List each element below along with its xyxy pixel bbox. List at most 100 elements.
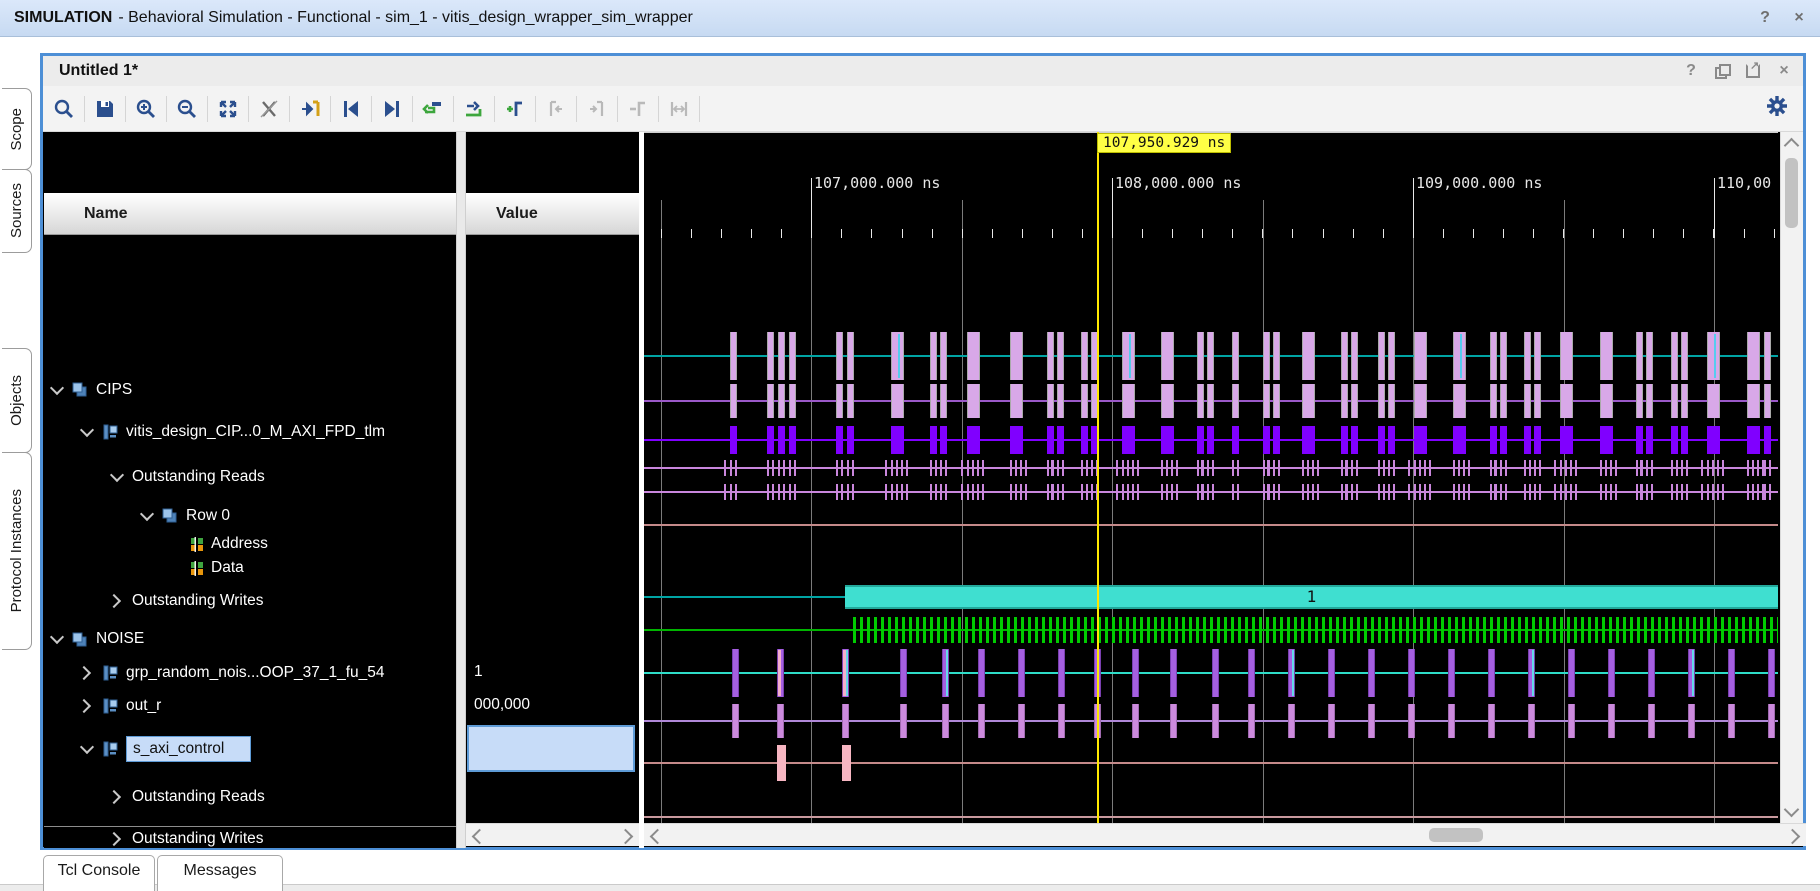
sidebar-tab-objects[interactable]: Objects (2, 348, 32, 453)
wave-bar (842, 649, 849, 697)
value-horizontal-scrollbar[interactable] (466, 823, 639, 846)
expand-icon[interactable] (107, 831, 121, 845)
wave-bar (900, 704, 907, 738)
hatch-tick (945, 484, 947, 500)
signal-name-label[interactable]: Outstanding Writes (132, 592, 264, 610)
hatch-tick (836, 460, 838, 476)
name-column-header[interactable]: Name (44, 193, 456, 235)
tree-row-noise[interactable]: NOISE (44, 622, 456, 656)
scroll-left-icon[interactable] (472, 829, 488, 845)
signal-name-label[interactable]: Address (211, 535, 268, 553)
collapse-icon[interactable] (80, 422, 94, 436)
tree-row-outstanding-reads[interactable]: Outstanding Reads (44, 775, 456, 818)
signal-name-label[interactable]: NOISE (96, 630, 144, 648)
hscroll-thumb[interactable] (1429, 828, 1483, 842)
no-expander (172, 540, 182, 548)
sidebar-tab-protocol-instances[interactable]: Protocol Instances (2, 452, 32, 650)
vscroll-thumb[interactable] (1785, 158, 1798, 228)
tree-row-outstanding-writes[interactable]: Outstanding Writes (44, 580, 456, 622)
scroll-right-icon[interactable] (618, 829, 634, 845)
zoom-fit-icon[interactable] (213, 94, 243, 124)
scroll-down-icon[interactable] (1784, 802, 1800, 818)
hatch-tick (724, 484, 726, 500)
zoom-out-icon[interactable] (172, 94, 202, 124)
unsnap-icon[interactable] (254, 94, 284, 124)
name-value-splitter[interactable] (456, 132, 466, 848)
selected-value-cell[interactable] (467, 725, 635, 772)
add-edge-icon[interactable] (500, 94, 530, 124)
waveform-vertical-scrollbar[interactable] (1780, 132, 1803, 823)
tree-row-outstanding-reads[interactable]: Outstanding Reads (44, 454, 456, 499)
cursor-time-flag[interactable]: 107,950.929 ns (1097, 133, 1231, 153)
go-to-last-transition-icon[interactable] (295, 94, 325, 124)
wave-cursor[interactable] (1097, 132, 1099, 823)
window-maximize-icon[interactable]: ↗ (1744, 62, 1762, 80)
signal-name-label[interactable]: s_axi_control (126, 736, 251, 762)
bottom-tab-messages[interactable]: Messages (157, 855, 283, 891)
collapse-icon[interactable] (50, 630, 64, 644)
help-icon[interactable]: ? (1756, 9, 1774, 27)
scroll-left-icon[interactable] (650, 829, 666, 845)
hatch-tick (1252, 617, 1255, 643)
tree-row-row-0[interactable]: Row 0 (44, 499, 456, 532)
window-help-icon[interactable]: ? (1682, 62, 1700, 80)
tree-row-address[interactable]: Address (44, 532, 456, 556)
tree-row-cips[interactable]: CIPS (44, 370, 456, 409)
scroll-up-icon[interactable] (1784, 138, 1800, 154)
sidebar-tab-sources[interactable]: Sources (2, 169, 32, 253)
bottom-tab-tcl-console[interactable]: Tcl Console (43, 855, 155, 891)
hatch-tick (977, 484, 979, 500)
hatch-tick (860, 617, 863, 643)
signal-name-label[interactable]: out_r (126, 697, 161, 715)
value-column-header[interactable]: Value (466, 193, 639, 235)
write-pulse-bar (842, 745, 851, 781)
window-close-icon[interactable]: × (1775, 62, 1793, 80)
toolbar-separator (535, 96, 536, 122)
tree-row-data[interactable]: Data (44, 556, 456, 580)
marker-previous-icon[interactable] (418, 94, 448, 124)
scroll-right-icon[interactable] (1785, 829, 1801, 845)
hatch-tick (1329, 617, 1332, 643)
signal-name-label[interactable]: Outstanding Writes (132, 830, 264, 848)
collapse-icon[interactable] (50, 380, 64, 394)
collapse-icon[interactable] (110, 467, 124, 481)
next-transition-icon[interactable] (377, 94, 407, 124)
hatch-tick (935, 484, 937, 500)
collapse-icon[interactable] (140, 506, 154, 520)
expand-icon[interactable] (107, 594, 121, 608)
signal-name-label[interactable]: grp_random_nois...OOP_37_1_fu_54 (126, 664, 385, 682)
signal-name-label[interactable]: vitis_design_CIP...0_M_AXI_FPD_tlm (126, 423, 385, 441)
hatch-tick (1505, 460, 1507, 476)
waveform-panel[interactable]: 107,000.000 ns108,000.000 ns109,000.000 … (644, 132, 1778, 823)
tree-row-vitis-design-cip-0-m-axi-fpd-tlm[interactable]: vitis_design_CIP...0_M_AXI_FPD_tlm (44, 409, 456, 454)
wave-line (644, 720, 1778, 722)
expand-icon[interactable] (107, 789, 121, 803)
signal-name-label[interactable]: CIPS (96, 381, 132, 399)
tree-row-outstanding-writes[interactable]: Outstanding Writes (44, 818, 456, 848)
tree-row-s-axi-control[interactable]: s_axi_control (44, 722, 456, 775)
close-icon[interactable]: × (1790, 9, 1808, 27)
save-icon[interactable] (90, 94, 120, 124)
sidebar-tab-scope[interactable]: Scope (2, 88, 32, 170)
wave-window-titlebar[interactable]: Untitled 1* ?↗× (43, 56, 1803, 87)
window-float-icon[interactable] (1713, 62, 1731, 80)
marker-next-icon[interactable] (459, 94, 489, 124)
hatch-tick (853, 617, 856, 643)
hatch-tick (1268, 460, 1270, 476)
waveform-horizontal-scrollbar[interactable] (644, 823, 1806, 846)
signal-name-label[interactable]: Outstanding Reads (132, 788, 265, 806)
settings-gear-icon[interactable] (1765, 94, 1789, 118)
zoom-in-icon[interactable] (131, 94, 161, 124)
collapse-icon[interactable] (80, 739, 94, 753)
signal-name-label[interactable]: Row 0 (186, 507, 230, 525)
tree-row-grp-random-nois-oop-37-1-fu-54[interactable]: grp_random_nois...OOP_37_1_fu_54 (44, 656, 456, 689)
hatch-tick (1637, 617, 1640, 643)
expand-icon[interactable] (77, 698, 91, 712)
find-icon[interactable] (49, 94, 79, 124)
wave-line (644, 596, 845, 598)
signal-name-label[interactable]: Data (211, 559, 244, 577)
signal-name-label[interactable]: Outstanding Reads (132, 468, 265, 486)
expand-icon[interactable] (77, 665, 91, 679)
tree-row-out-r[interactable]: out_r (44, 689, 456, 722)
previous-transition-icon[interactable] (336, 94, 366, 124)
